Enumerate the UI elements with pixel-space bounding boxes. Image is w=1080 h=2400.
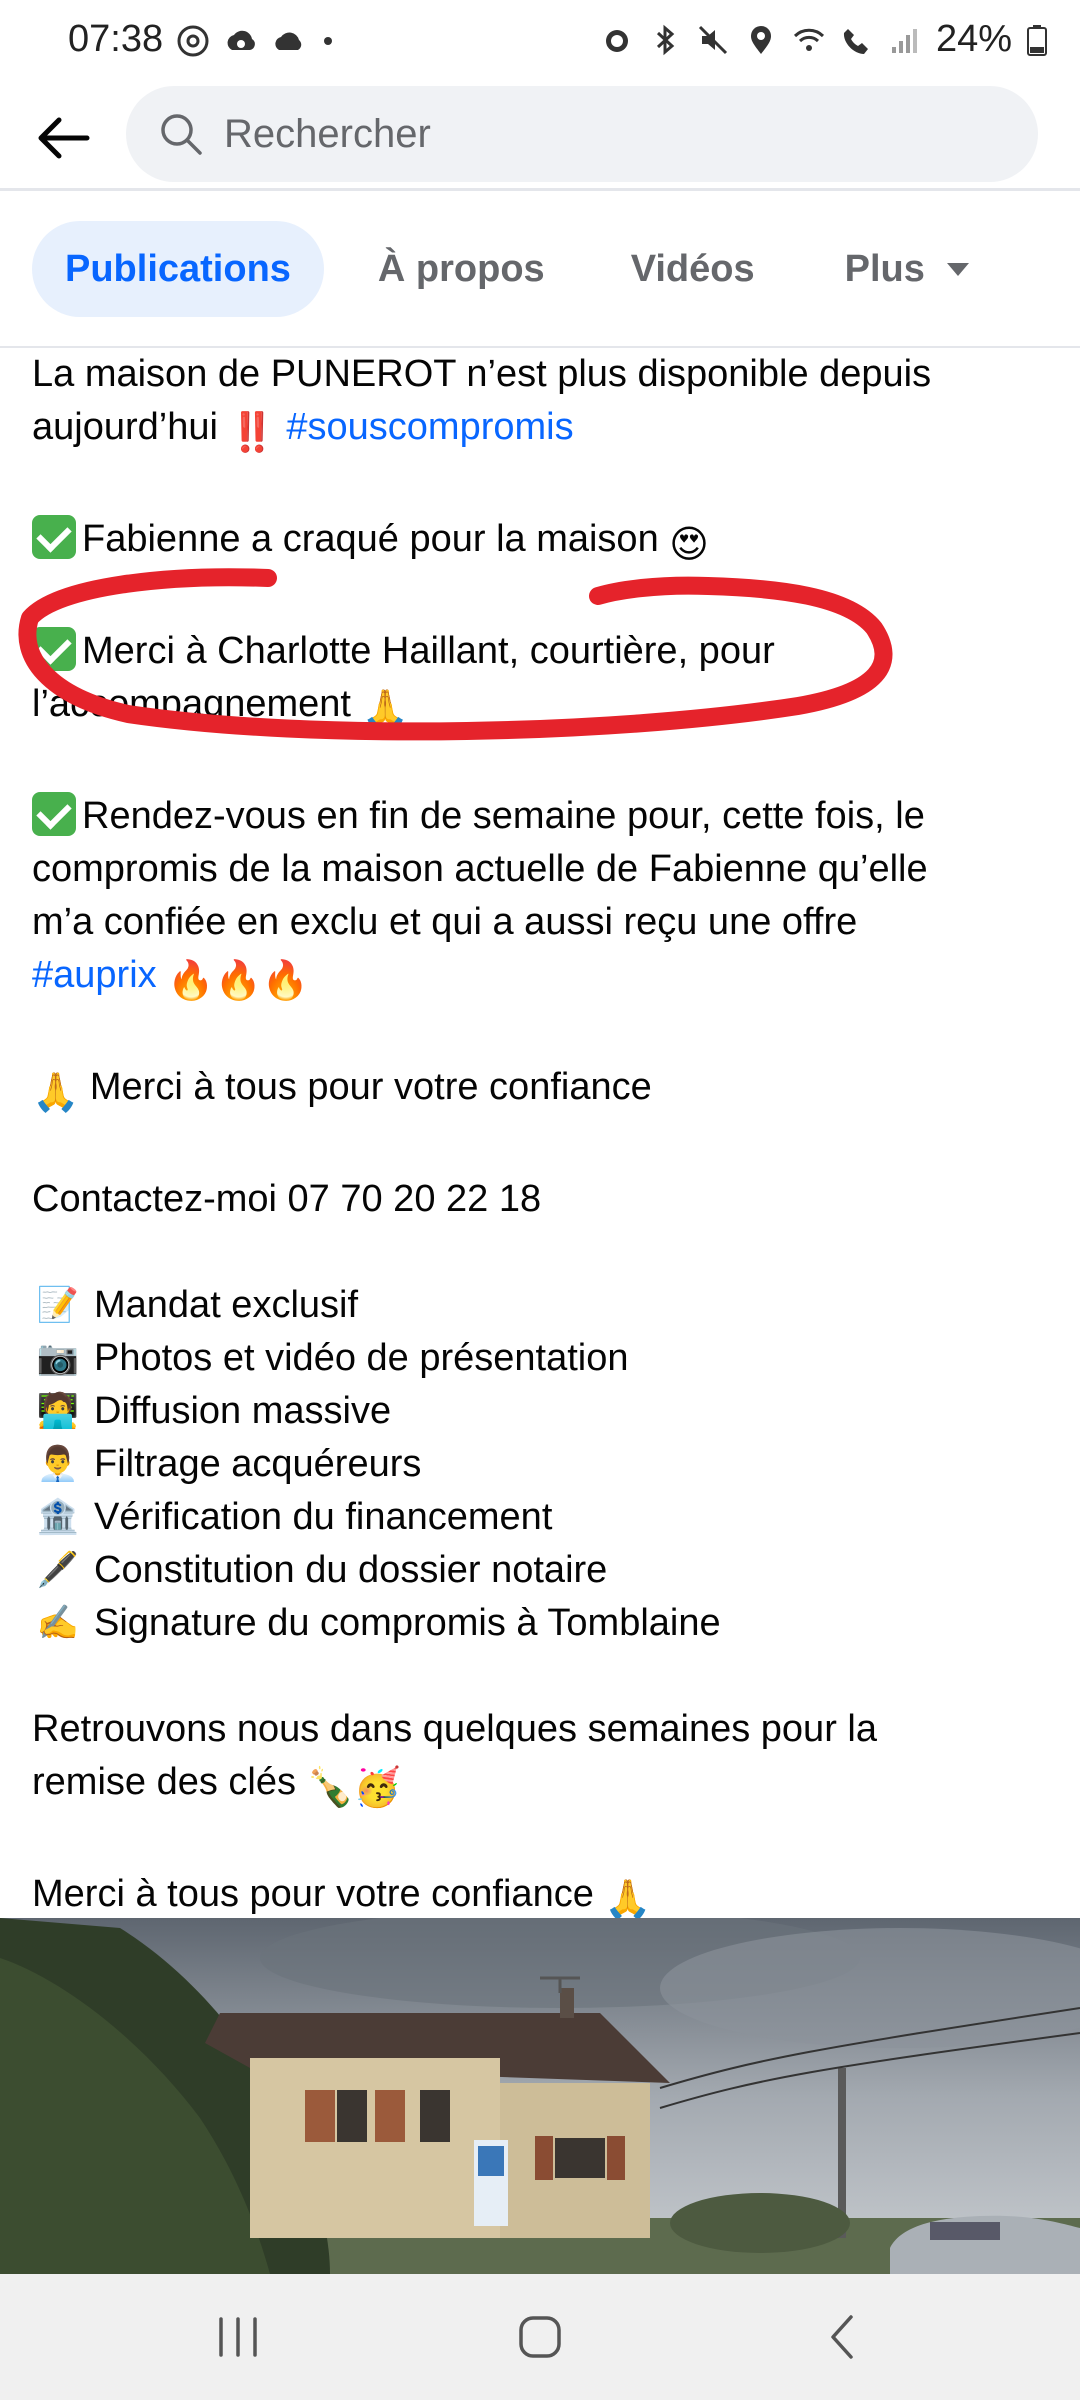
post-text-fragment: Fabienne a craqué pour la maison [82,518,659,560]
notification-icons [176,24,336,58]
top-search-bar [0,86,1080,190]
divider [0,188,1080,191]
tab-label: Publications [65,247,291,290]
post-text-fragment: Merci à tous pour votre confiance [89,1066,652,1108]
caret-down-icon [946,262,969,276]
list-item-text: Mandat exclusif [94,1284,359,1326]
list-item: 🧑‍💻 Diffusion massive [32,1385,1052,1438]
post-text-fragment: remise des clés [32,1761,296,1803]
post-text-fragment: l’accompagnement [32,683,351,725]
cloud-icon [275,32,302,50]
tab-label: À propos [377,247,545,290]
mute-icon [698,25,727,54]
post-line: #auprix 🔥🔥🔥 [32,949,1052,1008]
tab-videos[interactable]: Vidéos [603,221,783,317]
list-item: 📝 Mandat exclusif [32,1279,1052,1332]
alarm-icon [605,29,628,52]
list-item: 👨‍💼 Filtrage acquéreurs [32,1438,1052,1491]
search-input[interactable] [224,111,984,157]
fire-icon: 🔥🔥🔥 [167,960,310,1002]
hashtag-link[interactable]: #auprix [32,954,157,996]
house-photo [0,1918,1080,2274]
list-item: ✍️ Signature du compromis à Tomblaine [32,1597,1052,1650]
list-item-text: Photos et vidéo de présentation [94,1337,629,1379]
pen-icon: 🖋️ [36,1551,80,1589]
hashtag-link[interactable]: #souscompromis [286,406,573,448]
system-back-button[interactable] [762,2274,922,2400]
status-time: 07:38 [68,18,164,60]
status-bar: 07:38 24% [0,0,1080,86]
check-mark-icon [32,792,76,836]
post-line: Merci à Charlotte Haillant, courtière, p… [32,625,1052,678]
system-icons: 24% [600,18,1048,61]
post-line: Contactez-moi 07 70 20 22 18 [32,1178,542,1220]
post-line: Fabienne a craqué pour la maison 😍 [32,513,1052,572]
technologist-icon: 🧑‍💻 [36,1392,80,1430]
threads-icon [177,25,209,57]
bank-icon: 🏦 [36,1498,80,1536]
battery-icon [1027,24,1047,56]
post-text-fragment: Merci à tous pour votre confiance [32,1873,594,1915]
list-item-text: Signature du compromis à Tomblaine [94,1602,721,1644]
search-icon [161,114,202,155]
tab-label: Plus [844,247,925,290]
post-line: Retrouvons nous dans quelques semaines p… [32,1708,877,1750]
post-text-fragment: Rendez-vous en fin de semaine pour, cett… [82,795,925,837]
bluetooth-icon [656,24,675,55]
tab-publications[interactable]: Publications [32,221,324,317]
signal-icon [891,28,917,53]
post-line: compromis de la maison actuelle de Fabie… [32,848,928,890]
post-text-fragment: aujourd’hui [32,406,218,448]
check-mark-icon [32,515,76,559]
camera-icon: 📷 [36,1339,80,1377]
dot-icon [324,37,332,45]
tab-a-propos[interactable]: À propos [350,221,573,317]
post-line: m’a confiée en exclu et qui a aussi reçu… [32,901,858,943]
memo-icon: 📝 [36,1286,80,1324]
post-line: l’accompagnement 🙏 [32,678,1052,737]
double-exclamation-icon: ‼️ [228,412,276,454]
wifi-call-icon [843,28,868,54]
celebration-icon: 🍾🥳 [306,1767,402,1809]
man-icon: 👨‍💼 [36,1445,80,1483]
list-item-text: Filtrage acquéreurs [94,1443,422,1485]
recent-apps-button[interactable] [158,2274,318,2400]
list-item-text: Constitution du dossier notaire [94,1549,608,1591]
tab-plus[interactable]: Plus [817,221,997,317]
cloud-sync-icon [227,30,255,50]
post-line: Rendez-vous en fin de semaine pour, cett… [32,790,1052,843]
list-item: 🖋️ Constitution du dossier notaire [32,1544,1052,1597]
post-line: 🙏 Merci à tous pour votre confiance [32,1061,1052,1120]
post-text: La maison de PUNEROT n’est plus disponib… [32,348,1052,1927]
battery-percentage: 24% [935,18,1012,60]
post-line: remise des clés 🍾🥳 [32,1756,1052,1815]
post-photo[interactable] [0,1918,1080,2274]
recent-apps-icon [219,2317,257,2357]
arrow-left-icon [38,117,90,159]
home-button[interactable] [460,2274,620,2400]
chevron-left-icon [831,2315,853,2359]
post-line: La maison de PUNEROT n’est plus disponib… [32,353,932,395]
post-line: aujourd’hui ‼️ #souscompromis [32,401,1052,460]
search-box[interactable] [126,86,1038,182]
post-text-fragment: Merci à Charlotte Haillant, courtière, p… [82,630,775,672]
folded-hands-icon: 🙏 [32,1072,80,1114]
tab-label: Vidéos [630,247,755,290]
system-nav-bar [0,2274,1080,2400]
heart-eyes-icon: 😍 [669,524,709,566]
back-button[interactable] [28,106,98,170]
home-icon [519,2316,561,2358]
writing-hand-icon: ✍️ [36,1604,80,1642]
list-item: 📷 Photos et vidéo de présentation [32,1332,1052,1385]
folded-hands-icon: 🙏 [361,689,409,731]
check-mark-icon [32,627,76,671]
list-item: 🏦 Vérification du financement [32,1491,1052,1544]
wifi-icon [793,28,824,51]
profile-tabs: Publications À propos Vidéos Plus [0,204,1080,334]
list-item-text: Vérification du financement [94,1496,553,1538]
list-item-text: Diffusion massive [94,1390,392,1432]
location-icon [750,25,771,54]
